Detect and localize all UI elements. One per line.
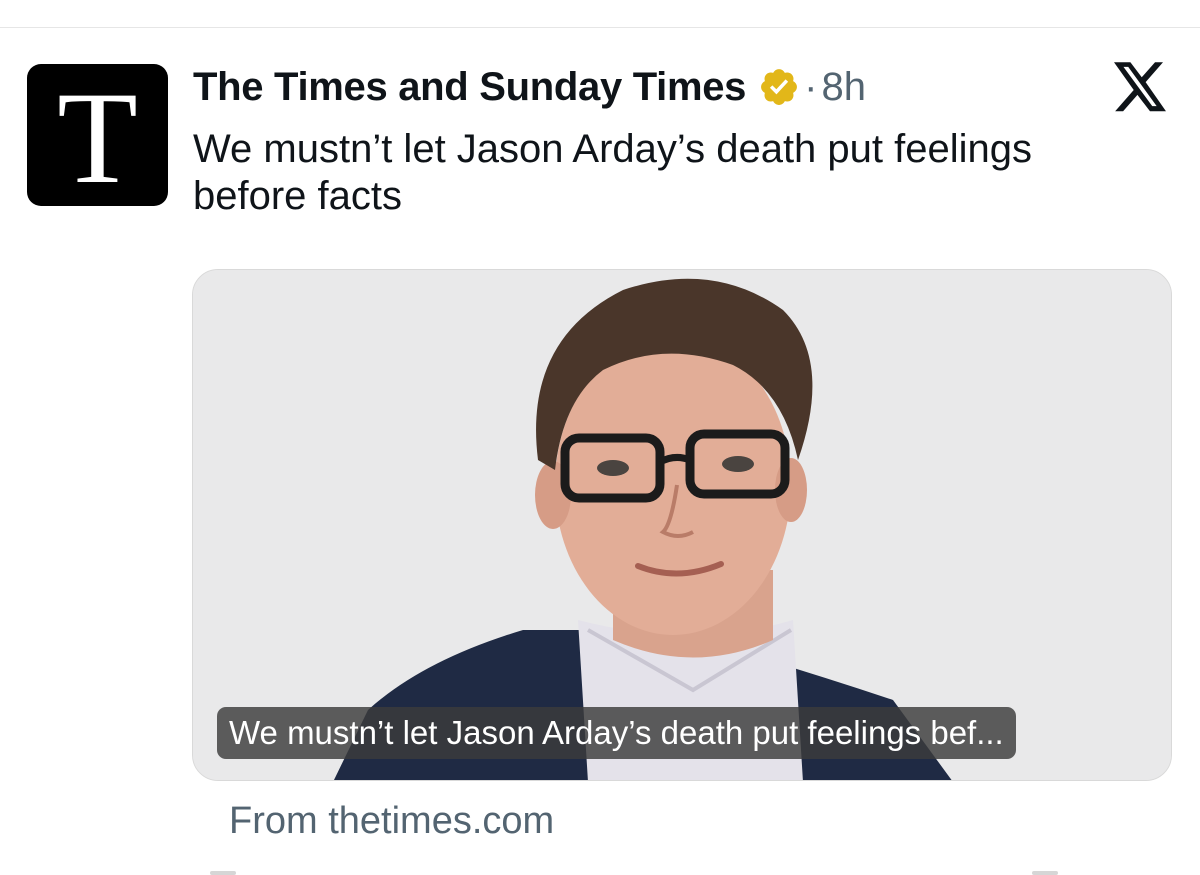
account-avatar[interactable]: T xyxy=(27,64,168,206)
verified-badge-icon xyxy=(761,69,798,105)
link-source[interactable]: From thetimes.com xyxy=(229,796,554,846)
article-image xyxy=(193,270,1171,780)
account-name[interactable]: The Times and Sunday Times xyxy=(193,65,746,110)
separator-dot: · xyxy=(804,64,818,109)
post-header: The Times and Sunday Times · 8h xyxy=(193,60,866,114)
post-headline: We mustn’t let Jason Arday’s death put f… xyxy=(193,127,1033,218)
link-preview-card[interactable]: We mustn’t let Jason Arday’s death put f… xyxy=(192,269,1172,781)
bottom-edge-mark xyxy=(1032,871,1058,875)
card-caption: We mustn’t let Jason Arday’s death put f… xyxy=(217,707,1016,759)
top-divider xyxy=(0,27,1200,28)
x-logo-icon[interactable] xyxy=(1114,62,1168,112)
post-timestamp[interactable]: 8h xyxy=(821,65,866,110)
avatar-letter: T xyxy=(57,64,138,206)
bottom-edge-mark xyxy=(210,871,236,875)
